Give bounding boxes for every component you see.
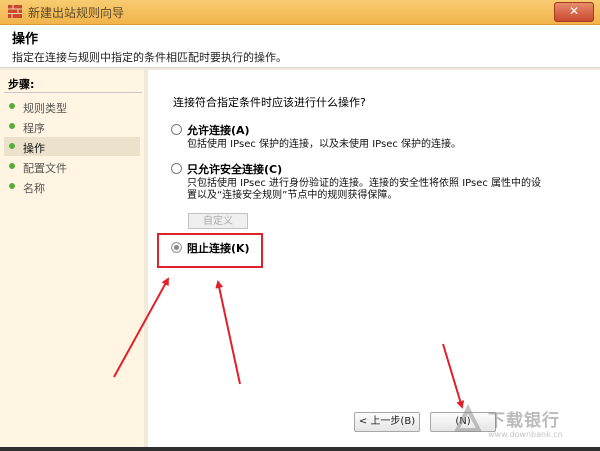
- title-bar: 新建出站规则向导 ✕: [0, 0, 600, 25]
- green-dot-icon: [9, 163, 15, 169]
- steps-divider: [4, 92, 142, 93]
- secure-only-label[interactable]: 只允许安全连接(C): [187, 161, 282, 177]
- sidebar-item-profile[interactable]: 配置文件: [4, 157, 140, 176]
- wizard-header: 操作 指定在连接与规则中指定的条件相匹配时要执行的操作。: [0, 25, 600, 68]
- allow-connection-desc: 包括使用 IPsec 保护的连接，以及未使用 IPsec 保护的连接。: [187, 139, 462, 150]
- green-dot-icon: [9, 143, 15, 149]
- block-connection-label[interactable]: 阻止连接(K): [187, 240, 250, 256]
- close-button[interactable]: ✕: [554, 2, 594, 22]
- watermark-url: www.downbank.cn: [488, 430, 563, 439]
- sidebar-item-label: 操作: [23, 142, 45, 155]
- page-subtitle: 指定在连接与规则中指定的条件相匹配时要执行的操作。: [12, 51, 287, 64]
- sidebar-item-label: 规则类型: [23, 102, 67, 115]
- secure-only-desc-line-1: 只包括使用 IPsec 进行身份验证的连接。连接的安全性将依照 IPsec 属性…: [187, 178, 542, 189]
- secure-only-radio[interactable]: [171, 163, 182, 174]
- secure-only-desc-line-2: 置以及“连接安全规则”节点中的规则获得保障。: [187, 190, 398, 201]
- sidebar-item-name[interactable]: 名称: [4, 177, 140, 196]
- watermark: 下载银行 www.downbank.cn: [452, 402, 598, 442]
- steps-sidebar: 步骤: 规则类型 程序 操作 配置文件 名称: [0, 70, 144, 451]
- allow-connection-radio[interactable]: [171, 124, 182, 135]
- sidebar-item-action[interactable]: 操作: [4, 137, 140, 156]
- window-title: 新建出站规则向导: [28, 6, 125, 20]
- action-panel: 连接符合指定条件时应该进行什么操作? 允许连接(A) 包括使用 IPsec 保护…: [148, 70, 600, 451]
- firewall-icon: [8, 5, 22, 18]
- steps-label: 步骤:: [8, 78, 35, 91]
- watermark-text: 下载银行: [488, 411, 560, 431]
- taskbar-strip: [0, 447, 600, 451]
- page-title: 操作: [12, 32, 39, 47]
- block-connection-radio[interactable]: [171, 242, 182, 253]
- sidebar-item-rule-type[interactable]: 规则类型: [4, 97, 140, 116]
- allow-connection-label[interactable]: 允许连接(A): [187, 122, 250, 138]
- action-question: 连接符合指定条件时应该进行什么操作?: [173, 96, 366, 109]
- sidebar-item-label: 名称: [23, 182, 45, 195]
- customize-button[interactable]: 自定义: [188, 213, 248, 229]
- sidebar-item-program[interactable]: 程序: [4, 117, 140, 136]
- sidebar-item-label: 程序: [23, 122, 45, 135]
- green-dot-icon: [9, 123, 15, 129]
- back-button[interactable]: < 上一步(B): [354, 412, 420, 432]
- green-dot-icon: [9, 103, 15, 109]
- sidebar-item-label: 配置文件: [23, 162, 67, 175]
- green-dot-icon: [9, 183, 15, 189]
- watermark-logo-icon: [454, 404, 482, 432]
